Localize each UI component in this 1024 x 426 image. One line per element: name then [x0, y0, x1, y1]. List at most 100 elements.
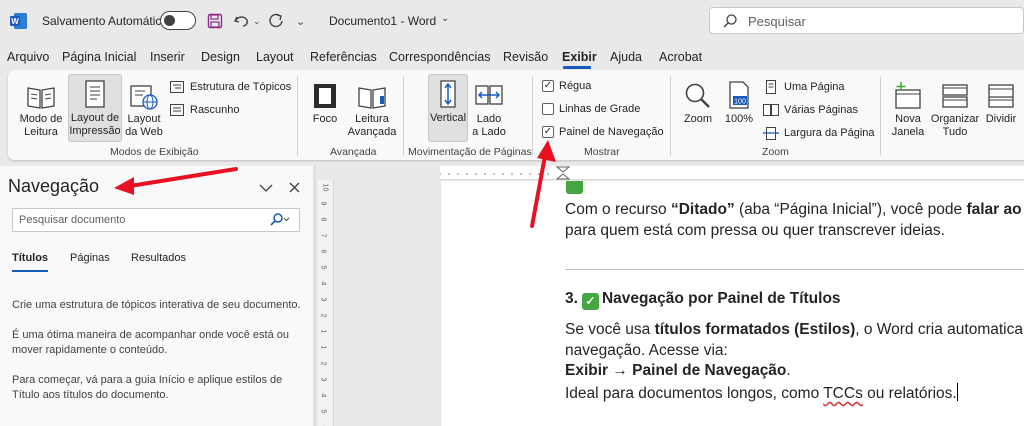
undo-dropdown-icon[interactable]: ⌄ — [253, 11, 261, 31]
lado-a-lado-label-2: a Lado — [472, 126, 506, 138]
layout-impressao-label-2: Impressão — [69, 125, 121, 137]
leitura-avancada-button[interactable]: Leitura Avançada — [346, 76, 398, 139]
autosave-toggle[interactable] — [160, 11, 196, 30]
regua-label: Régua — [559, 80, 592, 92]
search-placeholder: Pesquisar — [748, 14, 806, 29]
doc-line-6: Ideal para documentos longos, como TCCs … — [565, 383, 958, 403]
lado-a-lado-button[interactable]: Lado a Lado — [470, 76, 508, 139]
document-title: Documento1 - Word — [329, 14, 437, 28]
zoom-label: Zoom — [683, 113, 713, 125]
group-label-zoom: Zoom — [762, 146, 789, 158]
group-separator — [880, 76, 881, 156]
rascunho-button[interactable]: Rascunho — [169, 103, 240, 117]
zoom-button[interactable]: Zoom — [680, 76, 716, 126]
close-icon[interactable] — [289, 180, 300, 196]
vruler-mark: 9 — [319, 201, 327, 206]
tab-arquivo[interactable]: Arquivo — [7, 50, 49, 64]
vruler-mark: 1 — [319, 329, 327, 334]
word-logo-icon: W — [10, 13, 27, 29]
group-separator — [403, 76, 404, 156]
customize-toolbar-icon[interactable]: ⌄ — [296, 11, 305, 31]
group-label-mostrar: Mostrar — [584, 146, 620, 158]
tab-referencias[interactable]: Referências — [310, 50, 377, 64]
svg-text:W: W — [11, 17, 19, 26]
tab-design[interactable]: Design — [201, 50, 240, 64]
web-globe-icon — [129, 76, 159, 110]
tab-correspondencias[interactable]: Correspondências — [389, 50, 490, 64]
nav-search-input[interactable]: Pesquisar documento — [12, 208, 300, 232]
arrange-all-icon — [940, 76, 970, 110]
vertical-button[interactable]: Vertical — [428, 74, 468, 142]
organizar-tudo-button[interactable]: Organizar Tudo — [930, 76, 980, 139]
horizontal-ruler[interactable] — [439, 166, 1024, 180]
leitura-avancada-label-1: Leitura — [355, 113, 389, 125]
vruler-mark: 7 — [319, 233, 327, 238]
doc-line-6-misspelled: TCCs — [823, 385, 863, 402]
tab-exibir[interactable]: Exibir — [562, 50, 597, 64]
vruler-mark: 4 — [319, 281, 327, 286]
ruler-ticks — [439, 166, 571, 180]
leitura-avancada-label-2: Avançada — [347, 126, 397, 138]
tab-pagina-inicial[interactable]: Página Inicial — [62, 50, 136, 64]
nav-tab-resultados[interactable]: Resultados — [131, 252, 186, 264]
doc-line-3-bold: títulos formatados (Estilos) — [654, 321, 856, 338]
nav-tab-titulos[interactable]: Títulos — [12, 252, 48, 264]
tab-ajuda[interactable]: Ajuda — [610, 50, 642, 64]
search-input[interactable]: Pesquisar — [709, 7, 1024, 34]
tab-layout[interactable]: Layout — [256, 50, 294, 64]
redo-icon[interactable] — [268, 11, 284, 31]
regua-checkbox[interactable]: ✓ Régua — [542, 80, 591, 92]
vertical-ruler[interactable]: 10987654321123456 — [318, 180, 334, 426]
vruler-mark: 1 — [319, 345, 327, 350]
outline-icon — [169, 80, 185, 94]
zoom-100-button[interactable]: 100 100% — [722, 76, 756, 126]
group-label-modos: Modos de Exibição — [110, 146, 199, 158]
estrutura-topicos-button[interactable]: Estrutura de Tópicos — [169, 80, 291, 94]
document-page[interactable]: Com o recurso “Ditado” (aba “Página Inic… — [441, 181, 1024, 426]
doc-line-5-bold: Exibir → Painel de Navegação — [565, 362, 787, 379]
zoom-100-label: 100% — [724, 113, 754, 125]
vruler-mark: 5 — [319, 265, 327, 270]
foco-button[interactable]: Foco — [306, 76, 344, 126]
varias-paginas-button[interactable]: Várias Páginas — [763, 103, 858, 117]
nav-tab-paginas[interactable]: Páginas — [70, 252, 110, 264]
layout-impressao-button[interactable]: Layout de Impressão — [68, 74, 122, 142]
undo-icon[interactable] — [233, 11, 251, 31]
linhas-grade-checkbox[interactable]: Linhas de Grade — [542, 103, 640, 115]
multiple-pages-icon — [763, 103, 779, 117]
dividir-button[interactable]: Dividir — [982, 76, 1020, 126]
nova-janela-label-1: Nova — [895, 113, 921, 125]
tab-revisao[interactable]: Revisão — [503, 50, 548, 64]
modo-leitura-label-2: Leitura — [24, 126, 58, 138]
rascunho-label: Rascunho — [190, 104, 240, 116]
nav-options-chevron-icon[interactable] — [259, 180, 273, 196]
horizontal-rule — [565, 269, 1024, 270]
doc-line-3: Se você usa títulos formatados (Estilos)… — [565, 321, 1024, 339]
tab-acrobat[interactable]: Acrobat — [659, 50, 702, 64]
dividir-label: Dividir — [985, 113, 1017, 125]
nav-pane-title: Navegação — [8, 176, 100, 196]
doc-line-3-pre: Se você usa — [565, 321, 655, 338]
page-width-icon — [763, 126, 779, 140]
save-icon[interactable] — [207, 11, 223, 31]
uma-pagina-label: Uma Página — [784, 81, 845, 93]
vruler-mark: 2 — [319, 313, 327, 318]
modo-leitura-button[interactable]: Modo de Leitura — [17, 76, 65, 139]
vruler-mark: 4 — [319, 393, 327, 398]
title-chevron-icon[interactable]: ⌄ — [441, 13, 449, 24]
painel-navegacao-checkbox[interactable]: ✓ Painel de Navegação — [542, 126, 664, 138]
nav-search-icon[interactable] — [269, 212, 291, 231]
layout-web-label-2: da Web — [125, 126, 163, 138]
foco-label: Foco — [312, 113, 338, 125]
nova-janela-button[interactable]: Nova Janela — [888, 76, 928, 139]
largura-pagina-button[interactable]: Largura da Página — [763, 126, 875, 140]
tab-inserir[interactable]: Inserir — [150, 50, 185, 64]
vruler-mark: 2 — [319, 361, 327, 366]
check-mark-emoji-icon: ✓ — [581, 293, 599, 310]
check-mark-emoji-icon — [566, 181, 583, 194]
layout-web-button[interactable]: Layout da Web — [124, 76, 164, 139]
layout-impressao-label-1: Layout de — [70, 112, 120, 124]
nova-janela-label-2: Janela — [891, 126, 925, 138]
zoom-100-icon: 100 — [726, 76, 752, 110]
uma-pagina-button[interactable]: Uma Página — [763, 80, 845, 94]
